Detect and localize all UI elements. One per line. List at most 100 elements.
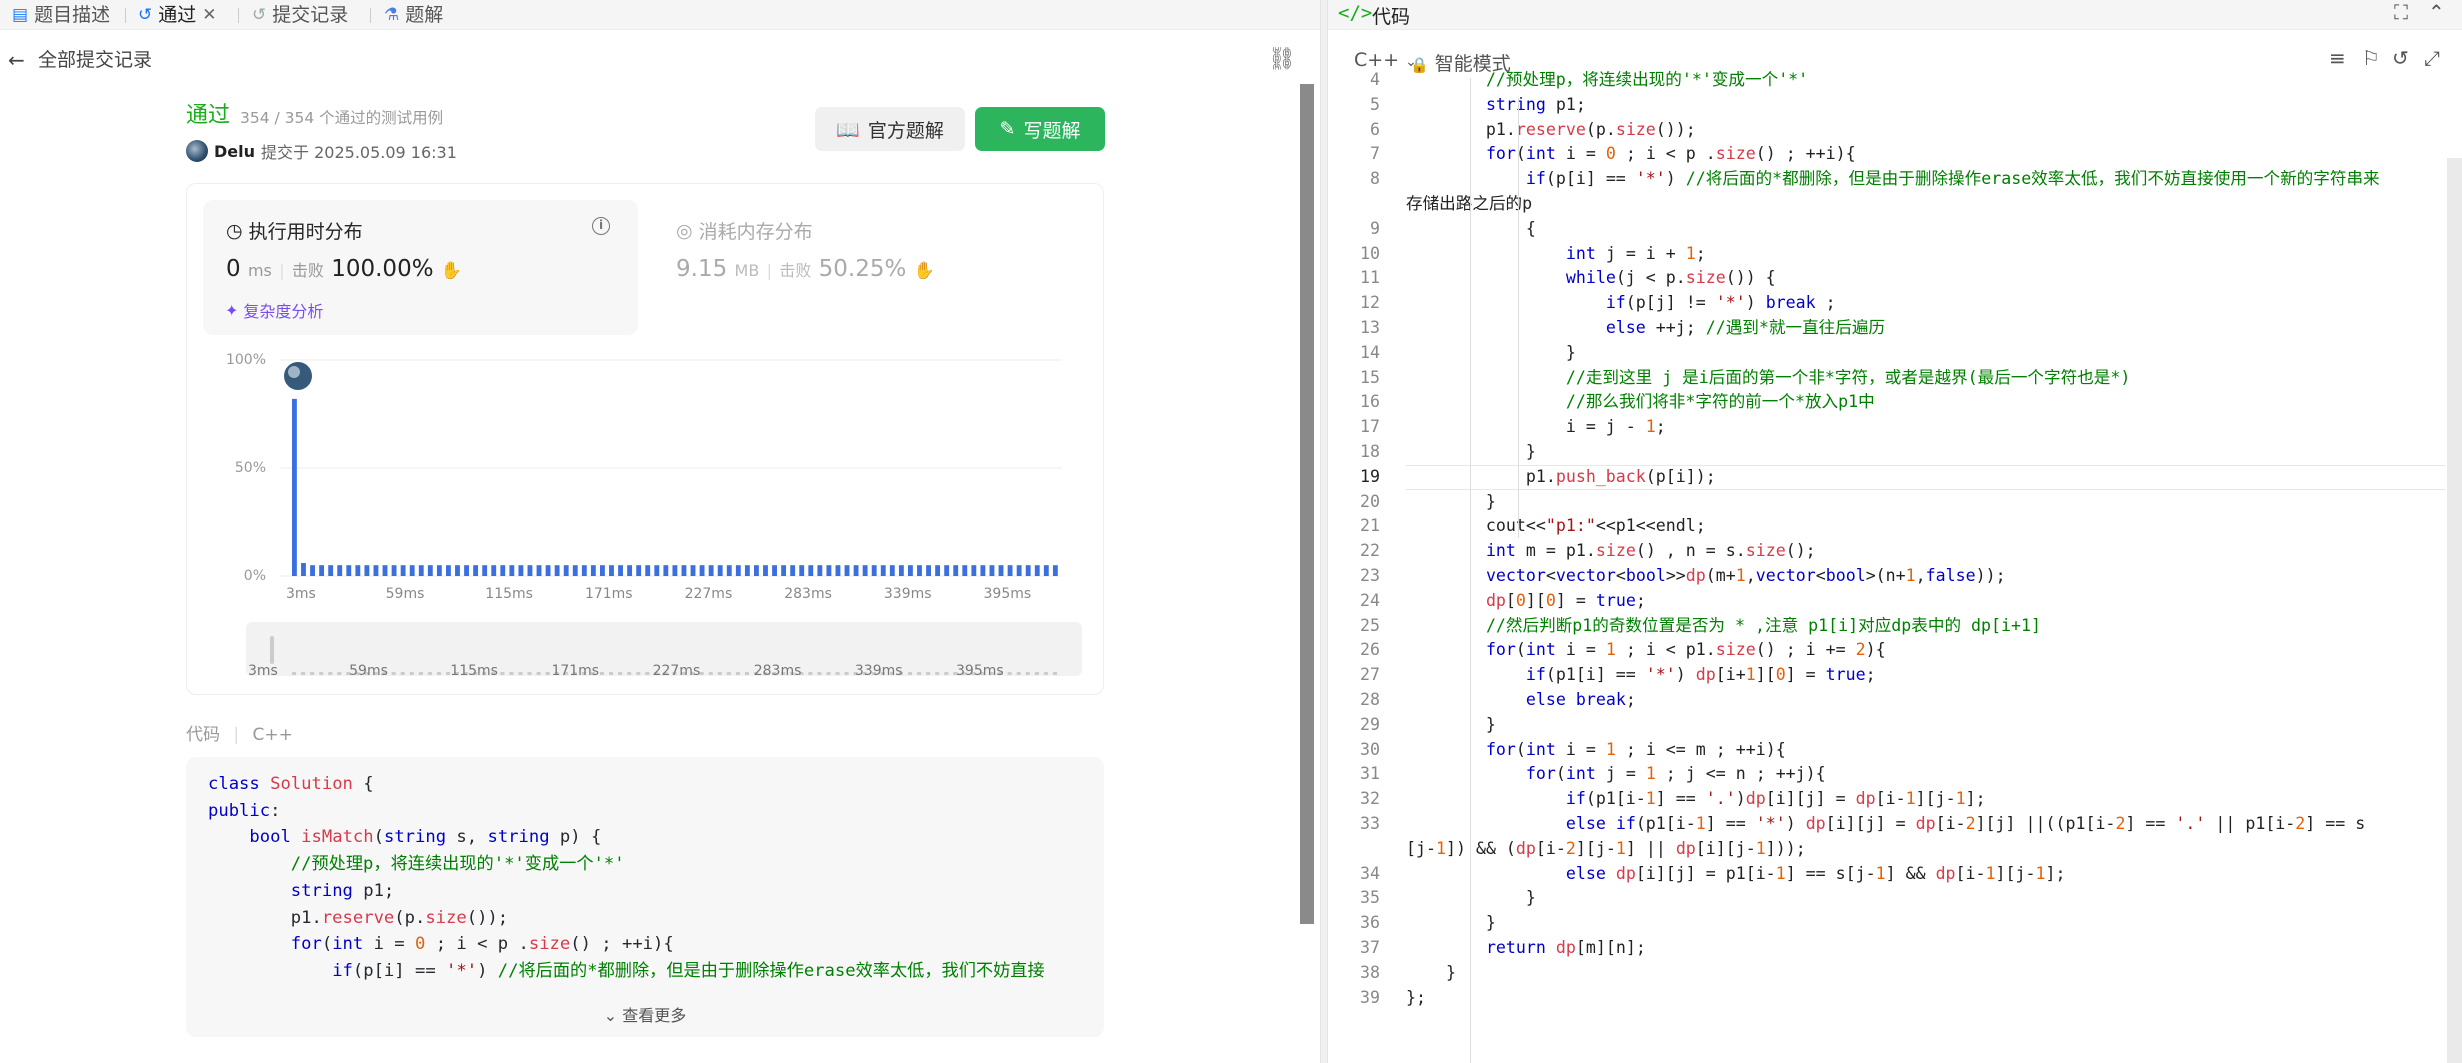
code-line[interactable]: return dp[m][n]; [1406, 936, 1646, 961]
mini-bar [817, 672, 822, 675]
code-line[interactable]: if(p[i] == '*') //将后面的*都删除，但是由于删除操作erase… [1406, 167, 2380, 192]
code-line[interactable]: for(int j = 1 ; j <= n ; ++j){ [1406, 762, 1826, 787]
code-line[interactable]: //然后判断p1的奇数位置是否为 * ,注意 p1[i]对应dp表中的 dp[i… [1406, 614, 2041, 639]
code-line[interactable]: //预处理p，将连续出现的'*'变成一个'*' [1406, 68, 1808, 93]
chart-bar [989, 565, 995, 576]
fullscreen-icon[interactable]: ⛶ [2394, 0, 2408, 24]
show-more-button[interactable]: ⌄ 查看更多 [186, 991, 1104, 1037]
tests-passed: 354 / 354 个通过的测试用例 [240, 109, 444, 127]
chart-bar [744, 565, 750, 576]
code-line[interactable]: i = j - 1; [1406, 415, 1666, 440]
mini-bar [744, 672, 749, 675]
chart-bar [681, 565, 687, 576]
tab-submissions[interactable]: ↺ 提交记录 [252, 0, 348, 30]
code-line[interactable]: int m = p1.size() , n = s.size(); [1406, 539, 1816, 564]
code-line[interactable]: if(p1[i] == '*') dp[i+1][0] = true; [1406, 663, 1876, 688]
tab-accepted[interactable]: ↺ 通过 ✕ [138, 0, 217, 30]
panel-divider[interactable] [1320, 0, 1328, 1063]
runtime-distribution-chart[interactable]: 100% 50% 0% 3ms 59ms 115ms 171ms 227ms 283ms 339m… [210, 352, 1090, 682]
chart-bar [409, 565, 415, 576]
mini-bar [636, 672, 641, 675]
line-number: 13 [1360, 318, 1380, 337]
code-line[interactable]: p1.reserve(p.size()); [1406, 118, 1696, 143]
avatar[interactable] [186, 140, 208, 162]
chevron-double-down-icon: ⌄ [603, 1006, 618, 1025]
chart-bar [536, 565, 542, 576]
code-line[interactable]: for(int i = 1 ; i <= m ; ++i){ [1406, 738, 1786, 763]
chart-bar [926, 565, 931, 576]
code-line[interactable]: for(int i = 1 ; i < p1.size() ; i += 2){ [1406, 638, 1886, 663]
code-line[interactable]: [j-1]) && (dp[i-2][j-1] || dp[i][j-1])); [1406, 837, 1806, 862]
tab-solutions[interactable]: ⚗ 题解 [384, 0, 443, 30]
line-number: 28 [1360, 690, 1380, 709]
line-number: 35 [1360, 888, 1380, 908]
code-line[interactable]: else ++j; //遇到*就一直往后遍历 [1406, 316, 1885, 341]
code-line[interactable]: else if(p1[i-1] == '*') dp[i][j] = dp[i-… [1406, 812, 2365, 837]
complexity-analysis-link[interactable]: ✦ 复杂度分析 [225, 298, 323, 322]
line-number: 19 [1360, 466, 1380, 486]
code-line[interactable]: string p1; [1406, 93, 1586, 118]
mini-bar [717, 672, 722, 675]
code-line[interactable]: //那么我们将非*字符的前一个*放入p1中 [1406, 390, 1875, 415]
tab-description[interactable]: ▤ 题目描述 [12, 0, 110, 30]
chart-bar [645, 565, 651, 576]
chart-bar [609, 565, 614, 576]
mini-bar [400, 672, 405, 675]
code-line[interactable]: if(p1[i-1] == '.')dp[i][j] = dp[i-1][j-1… [1406, 787, 1986, 812]
code-line[interactable]: } [1406, 911, 1496, 936]
code-line[interactable]: vector<vector<bool>>dp(m+1,vector<bool>(… [1406, 564, 2006, 589]
memory-title-text: 消耗内存分布 [698, 221, 813, 243]
code-line[interactable]: dp[0][0] = true; [1406, 589, 1646, 614]
write-solution-button[interactable]: ✎ 写题解 [975, 107, 1105, 151]
back-bar: ← 全部提交记录 ⛓ [0, 42, 1300, 78]
bookmark-icon[interactable]: ⚐ [2362, 46, 2380, 70]
all-submissions-link[interactable]: 全部提交记录 [38, 42, 152, 78]
chevron-up-icon[interactable]: ⌃ [2428, 0, 2445, 24]
chart-bar [790, 565, 796, 576]
editor-title: 代码 [1372, 6, 1411, 28]
line-number: 9 [1370, 218, 1380, 238]
y-tick-label: 100% [226, 352, 266, 368]
code-line[interactable]: cout<<"p1:"<<p1<<endl; [1406, 514, 1706, 539]
format-icon[interactable]: ≡ [2329, 46, 2346, 70]
line-number: 16 [1360, 392, 1380, 412]
mini-bar [391, 672, 396, 675]
info-icon[interactable]: i [592, 217, 610, 235]
code-line[interactable]: } [1406, 490, 1496, 515]
editor-scrollbar[interactable] [2447, 158, 2462, 1063]
arrow-left-icon[interactable]: ← [8, 42, 25, 78]
chart-bar [1052, 565, 1058, 576]
chart-bar [772, 565, 777, 576]
link-icon[interactable]: ⛓ [1268, 42, 1296, 78]
line-number: 18 [1360, 442, 1380, 461]
memory-title[interactable]: ◎ 消耗内存分布 [676, 217, 813, 244]
chart-bar [328, 565, 334, 576]
code-line[interactable]: else break; [1406, 688, 1636, 713]
reset-icon[interactable]: ↺ [2392, 46, 2409, 70]
left-scrollbar[interactable] [1300, 84, 1314, 924]
code-line[interactable]: } [1406, 961, 1456, 986]
line-number: 22 [1360, 541, 1380, 561]
username[interactable]: Delu [214, 142, 255, 161]
close-icon[interactable]: ✕ [202, 0, 216, 30]
official-solution-button[interactable]: 📖 官方题解 [815, 107, 965, 151]
mini-bar [536, 672, 541, 675]
code-line[interactable]: }; [1406, 986, 1426, 1011]
y-tick-label: 50% [235, 460, 266, 476]
chart-bar [436, 565, 442, 576]
mini-bar [908, 672, 913, 675]
code-line[interactable]: int j = i + 1; [1406, 242, 1706, 267]
line-number: 4 [1370, 70, 1380, 89]
memory-beat-pct: 50.25% [818, 256, 907, 282]
code-line[interactable]: while(j < p.size()) { [1406, 266, 1776, 291]
code-line[interactable]: p1.push_back(p[i]); [1406, 465, 1716, 490]
slider-tick-label: 171ms [551, 663, 599, 679]
code-line[interactable]: //走到这里 j 是i后面的第一个非*字符，或者是越界(最后一个字符也是*) [1406, 366, 2131, 391]
expand-icon[interactable]: ⤢ [2424, 46, 2440, 70]
code-line[interactable]: } [1406, 341, 1576, 366]
code-line[interactable]: } [1406, 713, 1496, 738]
code-line[interactable]: else dp[i][j] = p1[i-1] == s[j-1] && dp[… [1406, 862, 2066, 887]
left-tab-bar: ▤ 题目描述 ↺ 通过 ✕ ↺ 提交记录 ⚗ 题解 [0, 0, 1320, 30]
code-line[interactable]: for(int i = 0 ; i < p .size() ; ++i){ [1406, 142, 1856, 167]
code-editor[interactable]: 4 5 6 7 8 9 10 11 12 13 14 15 16 17 18 19 20 21 22 23 24 25 26… [1328, 70, 2462, 1063]
